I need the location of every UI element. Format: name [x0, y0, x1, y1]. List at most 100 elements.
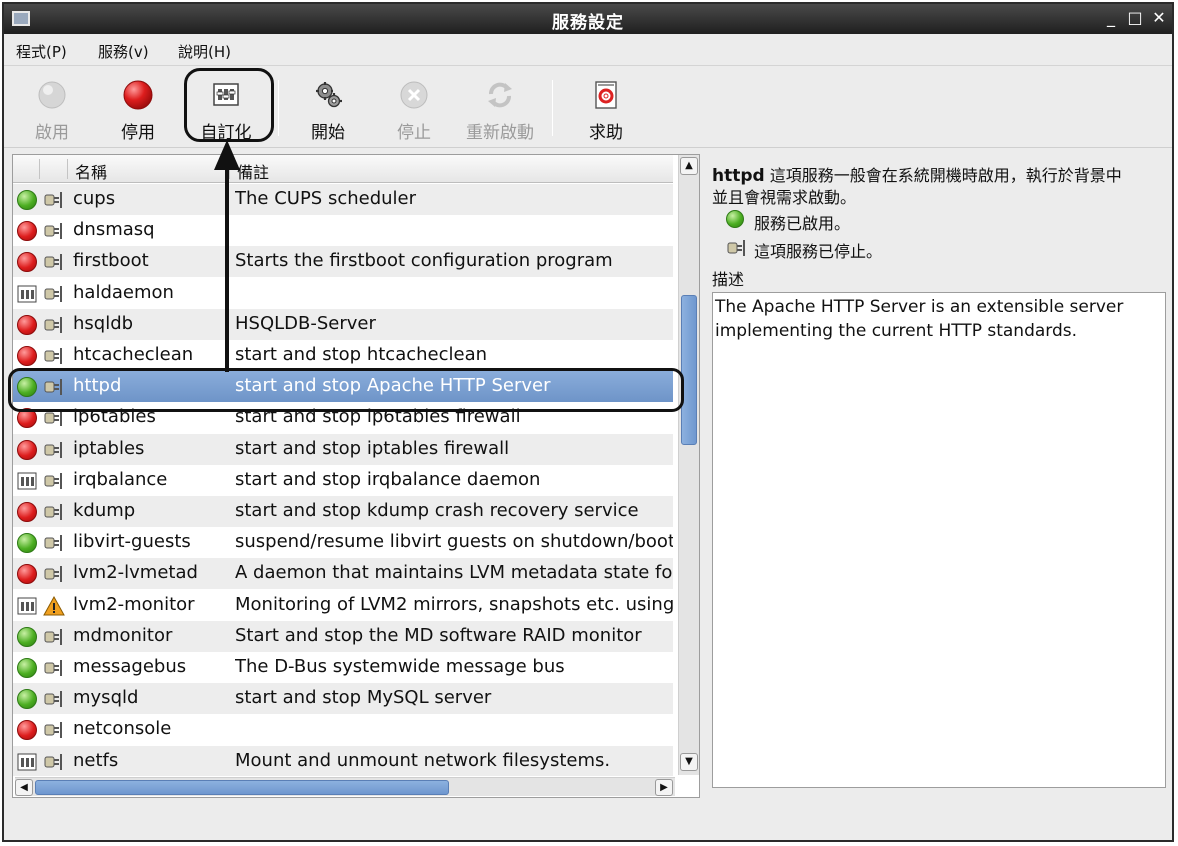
help-label: 求助	[589, 123, 623, 143]
service-remarks: Start and stop the MD software RAID moni…	[235, 624, 642, 646]
toolbar-separator	[278, 80, 279, 136]
plug-icon	[43, 252, 65, 272]
scroll-left-button[interactable]: ◀	[15, 779, 33, 796]
customize-highlight-ring	[184, 68, 274, 142]
table-row[interactable]: netfs Mount and unmount network filesyste…	[13, 745, 673, 776]
disabled-status-icon	[17, 346, 37, 366]
stop-button[interactable]: 停止	[374, 74, 454, 144]
service-name: lvm2-monitor	[73, 593, 195, 615]
vertical-scrollbar[interactable]: ▲ ▼	[678, 155, 699, 775]
help-button[interactable]: 求助	[566, 74, 646, 144]
service-rows: cups The CUPS scheduler dnsmasq firstboot St…	[13, 184, 673, 776]
table-row[interactable]: messagebus The D-Bus systemwide message b…	[13, 652, 673, 683]
info-enabled-text: 服務已啟用。	[754, 214, 851, 233]
annotation-arrow	[214, 140, 240, 372]
plug-icon	[43, 315, 65, 335]
service-name: messagebus	[73, 656, 187, 677]
window-title: 服務設定	[552, 13, 624, 33]
table-row[interactable]: kdump start and stop kdump crash recovery…	[13, 496, 673, 527]
table-row[interactable]: mdmonitor Start and stop the MD software …	[13, 620, 673, 652]
horizontal-scroll-thumb[interactable]	[35, 780, 449, 795]
table-row[interactable]: firstboot Starts the firstboot configurat…	[13, 246, 673, 278]
customized-status-icon	[17, 471, 37, 491]
restart-button[interactable]: 重新啟動	[460, 74, 540, 144]
service-name: cups	[73, 188, 116, 209]
service-name: mysqld	[73, 687, 139, 709]
scroll-up-button[interactable]: ▲	[680, 157, 698, 175]
column-header-name[interactable]: 名稱	[75, 159, 107, 183]
disabled-status-icon	[17, 502, 37, 522]
service-remarks: A daemon that maintains LVM metadata sta…	[235, 562, 673, 584]
plug-icon	[43, 564, 65, 584]
table-row[interactable]: libvirt-guests suspend/resume libvirt gue…	[13, 527, 673, 559]
column-separator	[67, 159, 68, 179]
menu-program[interactable]: 程式(P)	[16, 41, 67, 62]
table-row[interactable]: lvm2-lvmetad A daemon that maintains LVM …	[13, 558, 673, 590]
service-list: 名稱 備註 cups The CUPS scheduler dnsmasq first…	[12, 154, 700, 798]
table-row[interactable]: mysqld start and stop MySQL server	[13, 683, 673, 715]
plug-icon	[43, 221, 65, 241]
service-remarks: start and stop kdump crash recovery serv…	[235, 500, 639, 521]
info-stopped-text: 這項服務已停止。	[754, 242, 883, 261]
plug-icon	[43, 658, 65, 678]
menu-service[interactable]: 服務(v)	[98, 41, 149, 62]
start-button[interactable]: 開始	[288, 74, 368, 144]
table-row[interactable]: hsqldb HSQLDB-Server	[13, 308, 673, 340]
disable-button[interactable]: 停用	[98, 74, 178, 144]
service-remarks: start and stop MySQL server	[235, 687, 492, 709]
stop-icon	[400, 81, 428, 109]
scroll-down-button[interactable]: ▼	[680, 753, 698, 771]
close-button[interactable]: ✕	[1148, 7, 1170, 29]
disabled-status-icon	[17, 439, 37, 460]
gears-icon	[316, 82, 342, 108]
disable-icon	[123, 80, 153, 110]
vertical-scroll-thumb[interactable]	[681, 295, 697, 445]
service-remarks: suspend/resume libvirt guests on shutdow…	[235, 531, 673, 553]
plug-icon	[43, 284, 65, 304]
table-row[interactable]: iptables start and stop iptables firewall	[13, 433, 673, 465]
info-summary-line1: httpd 這項服務一般會在系統開機時啟用，執行於背景中	[712, 162, 1122, 186]
toolbar: 啟用 停用 自訂化 開始 停止 重新啟動 求助	[4, 66, 1172, 148]
table-row[interactable]: htcacheclean start and stop htcacheclean	[13, 340, 673, 371]
services-window: 服務設定 _ □ ✕ 程式(P) 服務(v) 說明(H) 啟用 停用 自訂化 開…	[2, 2, 1174, 842]
restart-label: 重新啟動	[466, 123, 534, 143]
plug-icon	[43, 689, 65, 709]
disabled-status-icon	[17, 221, 37, 242]
plug-icon	[43, 440, 65, 460]
service-remarks: Mount and unmount network filesystems.	[235, 749, 611, 771]
table-row[interactable]: irqbalance start and stop irqbalance daem…	[13, 464, 673, 496]
toolbar-separator	[552, 80, 553, 136]
enable-icon	[38, 81, 66, 109]
service-name: libvirt-guests	[73, 531, 191, 553]
table-row[interactable]: lvm2-monitor Monitoring of LVM2 mirrors, …	[13, 589, 673, 621]
maximize-button[interactable]: □	[1124, 7, 1146, 29]
start-label: 開始	[311, 123, 345, 143]
scroll-right-button[interactable]: ▶	[655, 779, 673, 796]
disable-label: 停用	[121, 123, 155, 143]
disabled-status-icon	[17, 564, 37, 585]
table-row[interactable]: dnsmasq	[13, 215, 673, 247]
menu-help[interactable]: 說明(H)	[178, 41, 231, 62]
plug-icon	[43, 190, 65, 210]
service-name: haldaemon	[73, 281, 174, 303]
service-remarks: start and stop htcacheclean	[235, 344, 488, 365]
info-summary-line2: 並且會視需求啟動。	[712, 188, 857, 207]
service-remarks: The D-Bus systemwide message bus	[235, 656, 565, 677]
disabled-status-icon	[17, 252, 37, 273]
enable-button[interactable]: 啟用	[12, 74, 92, 144]
description-label: 描述	[712, 270, 745, 289]
plug-icon	[43, 533, 65, 553]
horizontal-scrollbar[interactable]: ◀ ▶	[15, 777, 675, 796]
minimize-button[interactable]: _	[1100, 7, 1122, 29]
table-row[interactable]: haldaemon	[13, 277, 673, 309]
table-row[interactable]: cups The CUPS scheduler	[13, 184, 673, 215]
table-row[interactable]: netconsole	[13, 714, 673, 746]
warning-icon	[43, 595, 65, 616]
service-remarks: HSQLDB-Server	[235, 312, 376, 334]
service-remarks: start and stop iptables firewall	[235, 437, 510, 459]
customized-status-icon	[17, 752, 37, 772]
service-remarks: start and stop irqbalance daemon	[235, 468, 541, 490]
list-header: 名稱 備註	[13, 155, 673, 183]
service-name: mdmonitor	[73, 624, 173, 646]
title-bar: 服務設定 _ □ ✕	[4, 4, 1172, 34]
